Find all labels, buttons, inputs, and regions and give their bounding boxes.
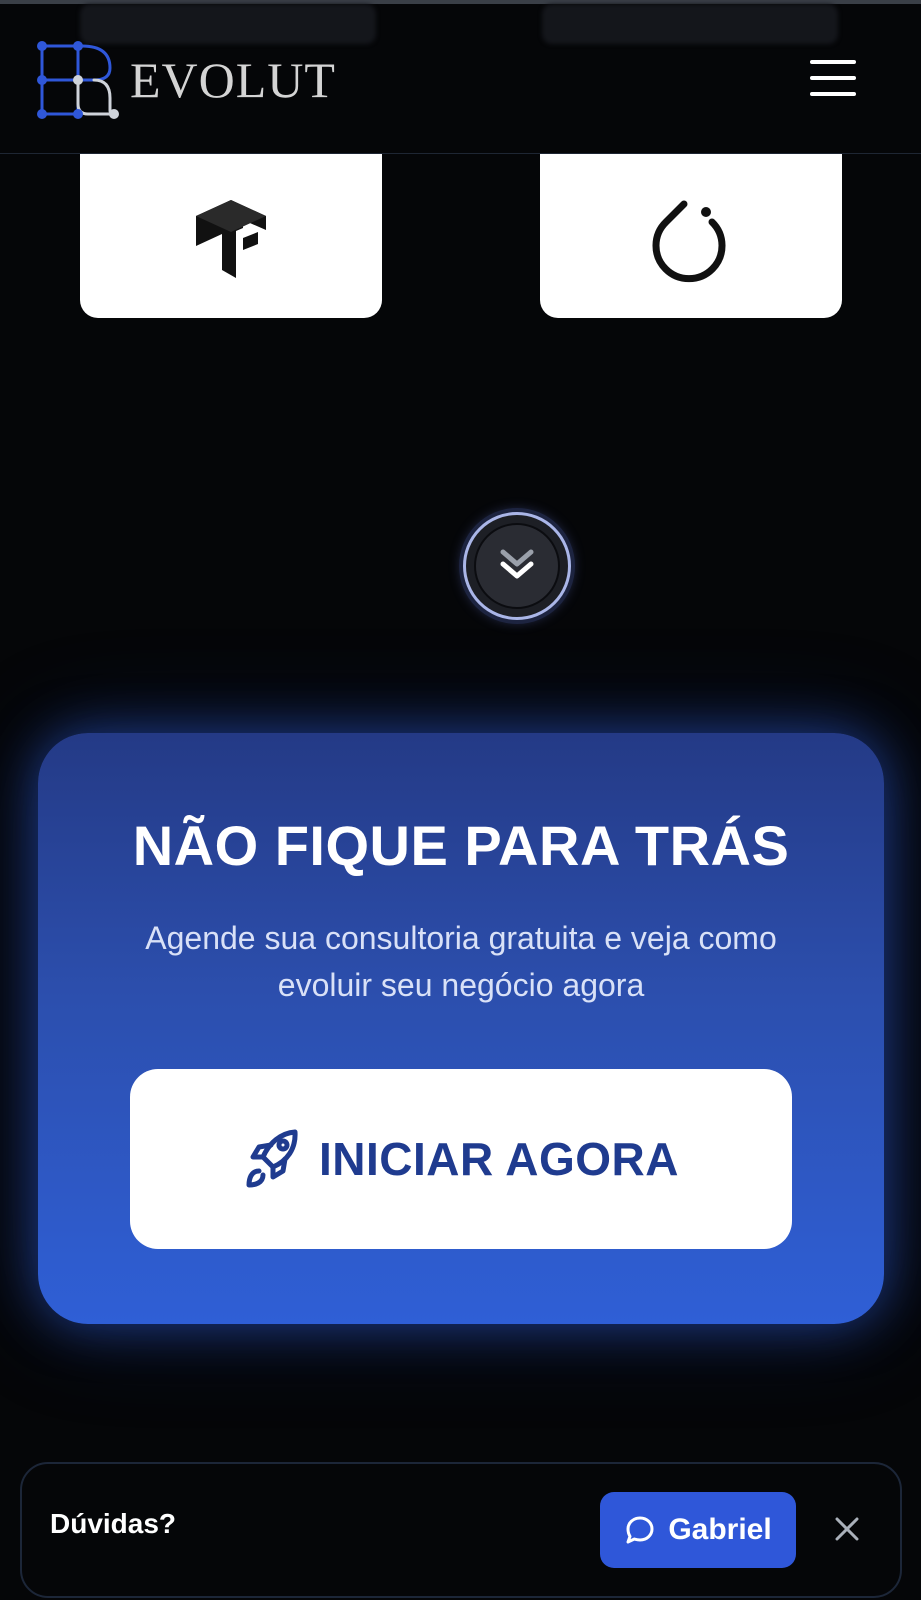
hamburger-menu-icon <box>810 76 856 80</box>
start-now-button[interactable]: INICIAR AGORA <box>130 1069 792 1249</box>
hamburger-menu-icon <box>810 92 856 96</box>
cta-subtitle: Agende sua consultoria gratuita e veja c… <box>145 920 777 1003</box>
page: EVOLUT NÃO FIQUE PARA TRÁS Agende sua co… <box>0 0 921 1600</box>
rocket-icon <box>246 1129 298 1188</box>
chat-close-button[interactable] <box>828 1510 866 1548</box>
scroll-down-inner <box>474 523 560 609</box>
evolut-logo-icon <box>37 41 119 119</box>
brand-name: EVOLUT <box>130 52 336 108</box>
cta-title: NÃO FIQUE PARA TRÁS <box>132 814 790 877</box>
hamburger-menu-icon <box>810 60 856 64</box>
tensorflow-logo-icon <box>196 200 266 278</box>
chat-bubble-icon <box>626 1516 654 1544</box>
ghost-card <box>542 4 838 44</box>
site-header: EVOLUT <box>0 4 921 154</box>
pytorch-logo-icon <box>652 200 726 283</box>
close-icon <box>835 1517 859 1541</box>
tech-card-pytorch <box>540 140 842 318</box>
chevron-double-down-icon <box>500 549 534 579</box>
ghost-card <box>80 4 376 44</box>
chat-question: Dúvidas? <box>50 1508 177 1539</box>
tech-card-tensorflow <box>80 140 382 318</box>
scroll-down-button[interactable] <box>463 512 571 620</box>
chat-gabriel-button[interactable]: Gabriel <box>600 1492 796 1568</box>
chat-button-label: Gabriel <box>668 1513 772 1546</box>
logo-link[interactable]: EVOLUT <box>36 40 336 120</box>
start-now-label: INICIAR AGORA <box>318 1133 679 1185</box>
hamburger-menu-button[interactable] <box>808 56 858 100</box>
chat-widget: Dúvidas? Gabriel <box>20 1462 902 1598</box>
cta-card: NÃO FIQUE PARA TRÁS Agende sua consultor… <box>38 733 884 1324</box>
